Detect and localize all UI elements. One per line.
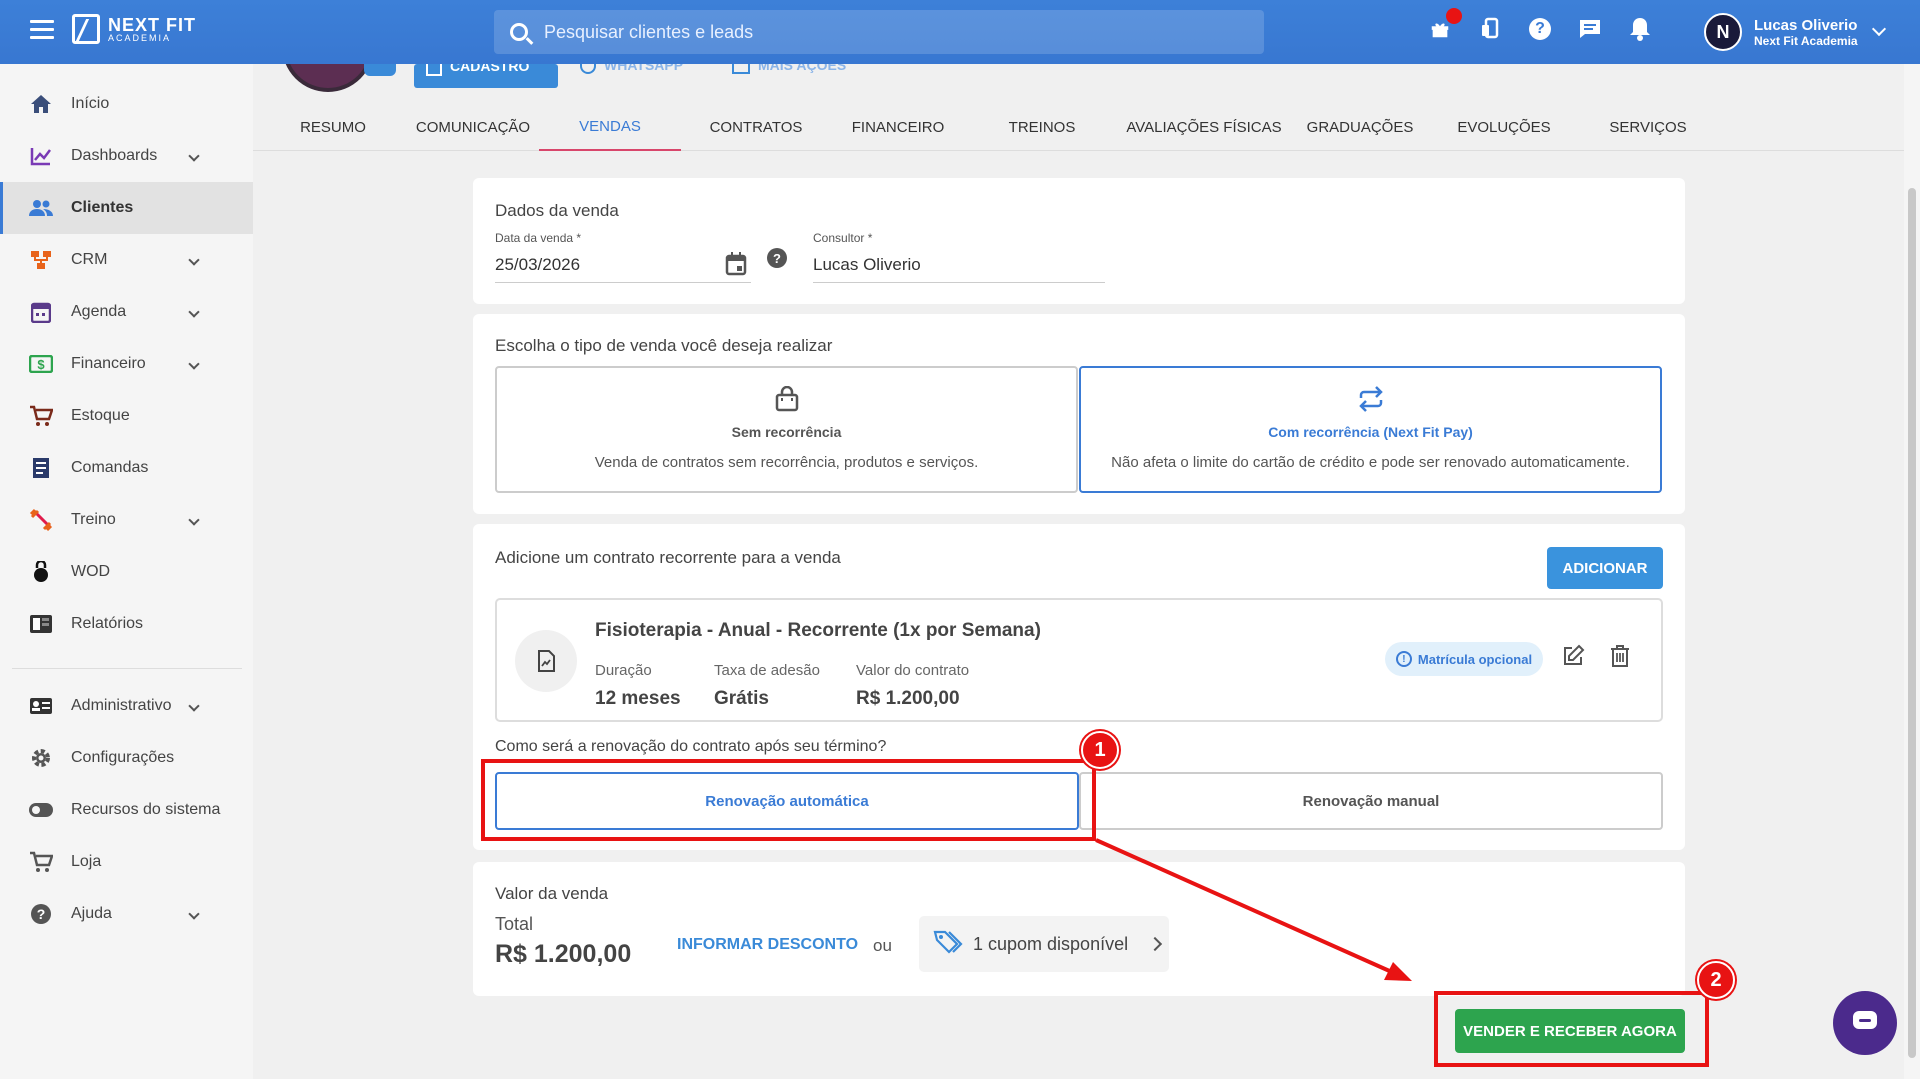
logo-title: NEXT FIT <box>108 14 196 35</box>
chat-icon <box>1851 1009 1879 1038</box>
gift-icon[interactable] <box>1426 8 1462 44</box>
logo-subtitle: ACADEMIA <box>108 32 172 43</box>
phone-icon[interactable] <box>1476 14 1504 44</box>
menu-icon[interactable] <box>30 20 54 40</box>
annotation-badge-2: 2 <box>1697 961 1735 999</box>
avatar: N <box>1704 13 1742 51</box>
chat-icon[interactable] <box>1576 14 1604 44</box>
annotation-arrow <box>1095 838 1412 981</box>
search-icon <box>510 23 528 41</box>
top-bar: NEXT FIT ACADEMIA ? N Lucas Oliverio Nex… <box>0 0 1920 64</box>
notification-dot <box>1446 8 1462 24</box>
chat-widget-button[interactable] <box>1833 991 1897 1055</box>
user-menu[interactable]: N Lucas Oliverio Next Fit Academia <box>1704 13 1886 51</box>
search-bar[interactable] <box>494 10 1264 54</box>
chevron-down-icon <box>1871 21 1886 37</box>
scrollbar[interactable] <box>1904 64 1920 1079</box>
logo-mark-icon <box>72 14 100 44</box>
logo[interactable]: NEXT FIT ACADEMIA <box>72 14 196 44</box>
scrollbar-thumb[interactable] <box>1908 188 1916 1058</box>
user-name: Lucas Oliverio <box>1754 16 1858 34</box>
bell-icon[interactable] <box>1626 14 1654 44</box>
help-icon[interactable]: ? <box>1526 14 1554 44</box>
search-input[interactable] <box>544 21 1144 43</box>
user-org: Next Fit Academia <box>1754 33 1858 48</box>
annotation-box-2 <box>1434 991 1709 1067</box>
